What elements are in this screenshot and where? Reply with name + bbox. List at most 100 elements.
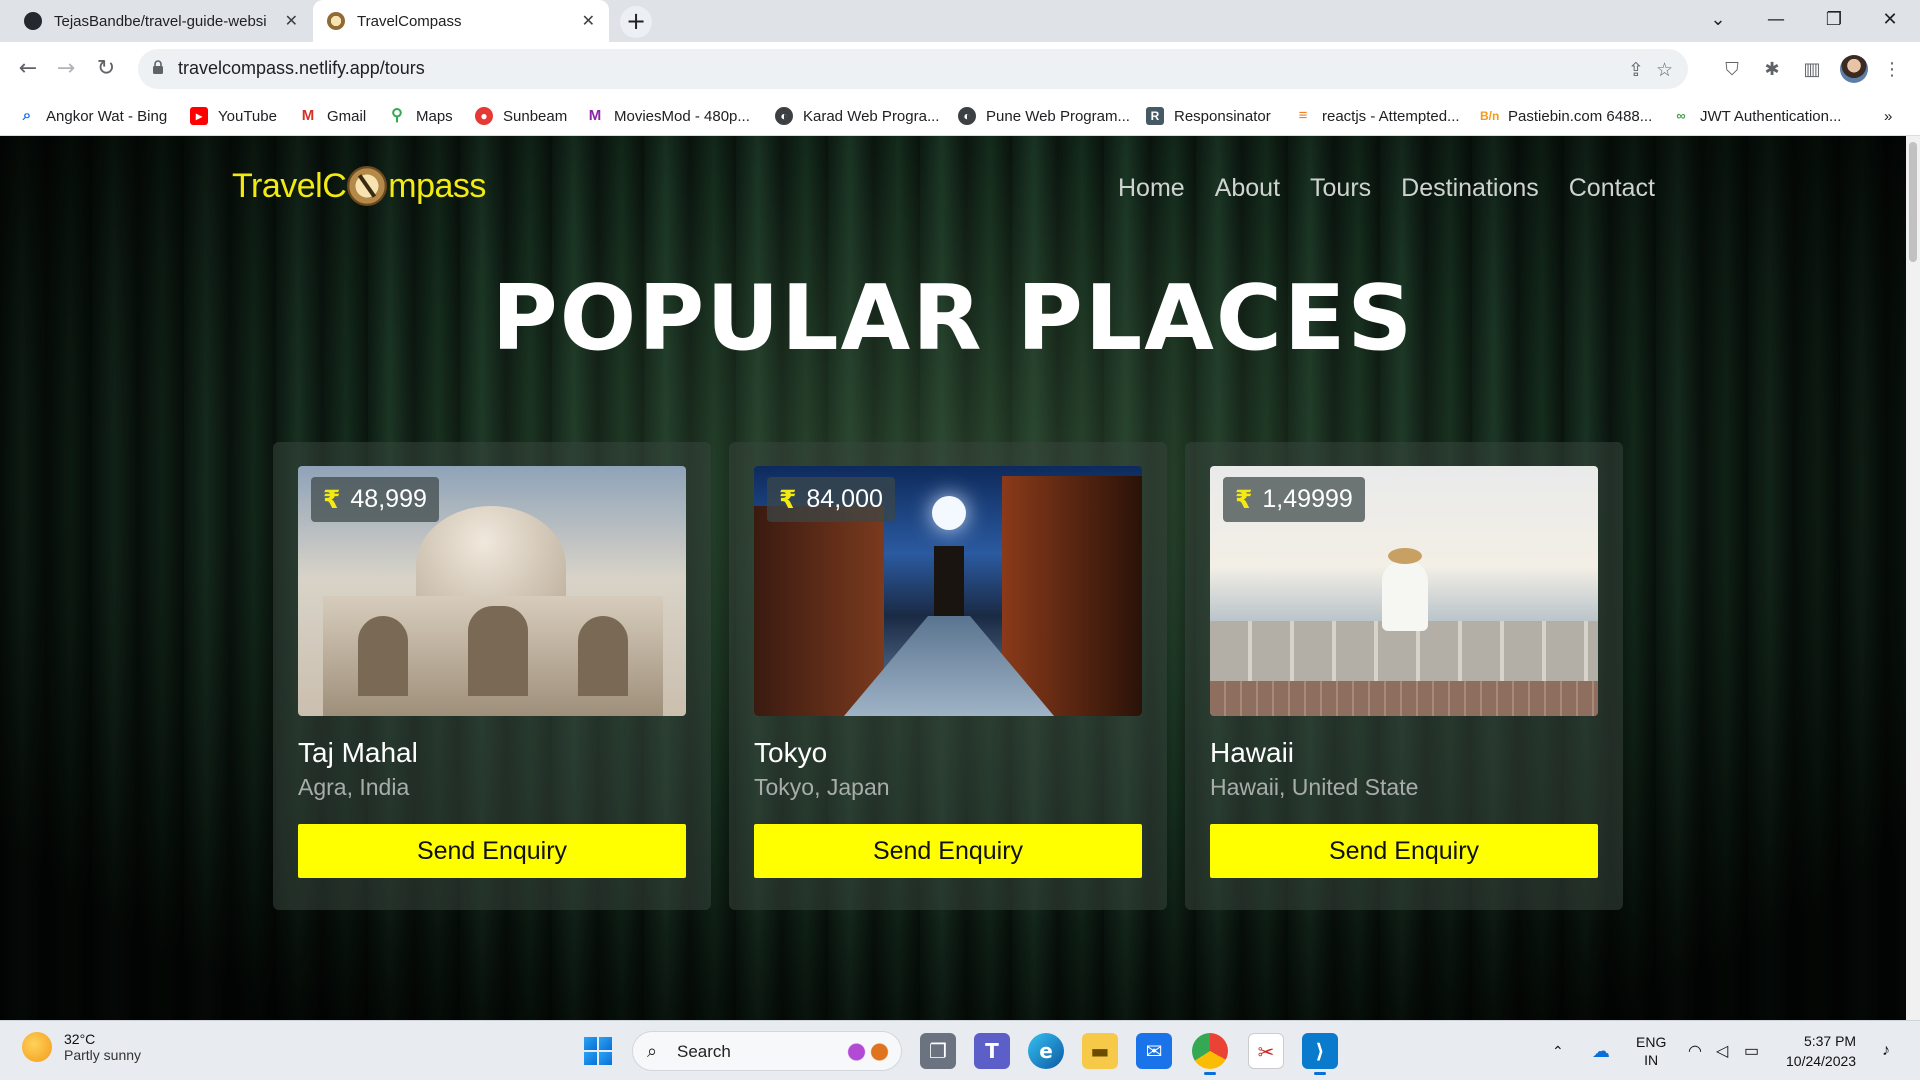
bookmark-item[interactable]: B/n Pastiebin.com 6488... — [1480, 96, 1652, 136]
site-logo[interactable]: TravelC mpass — [232, 166, 486, 206]
onedrive-icon[interactable]: ☁ — [1592, 1021, 1610, 1080]
nav-about[interactable]: About — [1215, 174, 1280, 203]
nav-contact[interactable]: Contact — [1569, 174, 1655, 203]
taskbar-search[interactable]: ⌕ Search — [632, 1031, 902, 1071]
url-text: travelcompass.netlify.app/tours — [178, 58, 425, 78]
more-menu-icon[interactable]: ⋮ — [1878, 56, 1906, 84]
tour-card-taj-mahal: ₹ 48,999 Taj Mahal Agra, India Send Enqu… — [273, 442, 711, 910]
clock-date: 10/24/2023 — [1786, 1053, 1857, 1069]
volume-icon[interactable]: ◁ — [1716, 1021, 1728, 1080]
vscode-icon[interactable]: ⟩ — [1302, 1033, 1338, 1075]
gmail-icon: M — [301, 107, 315, 124]
scrollbar-thumb[interactable] — [1909, 142, 1917, 262]
lang-line2: IN — [1644, 1052, 1659, 1068]
bookmark-item[interactable]: ⚲ Maps — [388, 96, 453, 136]
price-value: 84,000 — [806, 485, 883, 513]
close-tab-icon[interactable]: ✕ — [285, 11, 298, 31]
windows-start-icon[interactable] — [584, 1037, 612, 1065]
tour-name: Taj Mahal — [298, 737, 418, 768]
close-window-button[interactable]: ✕ — [1862, 0, 1918, 42]
tour-name: Hawaii — [1210, 737, 1295, 768]
tour-name: Tokyo — [754, 737, 828, 768]
snipping-tool-icon[interactable]: ✂ — [1248, 1033, 1284, 1069]
tour-photo: ₹ 84,000 — [754, 466, 1142, 716]
taskbar-clock[interactable]: 5:37 PM 10/24/2023 — [1786, 1031, 1856, 1071]
tab-travelcompass[interactable]: TravelCompass ✕ — [313, 0, 609, 42]
bookmark-item[interactable]: M Gmail — [299, 96, 366, 136]
address-bar[interactable]: travelcompass.netlify.app/tours ⇪ ☆ — [138, 49, 1688, 89]
file-explorer-icon[interactable]: ▬ — [1082, 1033, 1118, 1069]
bookmark-label: MoviesMod - 480p... — [614, 107, 750, 125]
pastiebin-icon: B/n — [1480, 109, 1500, 123]
bookmark-item[interactable]: ≡ reactjs - Attempted... — [1294, 96, 1460, 136]
rupee-icon: ₹ — [323, 485, 341, 514]
tour-location: Tokyo, Japan — [754, 774, 890, 800]
notification-bell-icon[interactable]: ♪ — [1882, 1021, 1890, 1080]
partly-sunny-icon — [22, 1032, 52, 1062]
lang-line1: ENG — [1636, 1034, 1667, 1050]
task-view-icon[interactable]: ❐ — [920, 1033, 956, 1069]
bookmark-item[interactable]: M MoviesMod - 480p... — [586, 96, 750, 136]
teams-icon[interactable]: T — [974, 1033, 1010, 1069]
bookmark-star-icon[interactable]: ☆ — [1656, 59, 1673, 81]
extensions-puzzle-icon[interactable]: ✱ — [1758, 56, 1786, 84]
bookmark-label: reactjs - Attempted... — [1322, 107, 1460, 125]
bookmark-item[interactable]: R Responsinator — [1146, 96, 1271, 136]
bookmark-item[interactable]: ◐ Pune Web Program... — [958, 96, 1130, 136]
bookmark-label: Pastiebin.com 6488... — [1508, 107, 1653, 125]
share-icon[interactable]: ⇪ — [1628, 59, 1644, 81]
page-scrollbar[interactable] — [1906, 136, 1920, 1020]
back-arrow-icon[interactable]: ← — [10, 52, 46, 88]
mail-icon[interactable]: ✉ — [1136, 1033, 1172, 1069]
more-bookmarks-chevron-icon[interactable]: » — [1884, 96, 1892, 136]
forward-arrow-icon[interactable]: → — [48, 52, 84, 88]
restore-button[interactable]: ❐ — [1806, 0, 1862, 42]
bookmark-item[interactable]: ▸ YouTube — [190, 96, 277, 136]
tab-search-chevron-icon[interactable]: ⌄ — [1690, 0, 1746, 42]
bookmark-item[interactable]: ∞ JWT Authentication... — [1672, 96, 1841, 136]
price-badge: ₹ 1,49999 — [1223, 477, 1365, 522]
nav-tours[interactable]: Tours — [1310, 174, 1371, 203]
bookmark-item[interactable]: ◐ Karad Web Progra... — [775, 96, 939, 136]
logo-text-start: TravelC — [232, 166, 347, 205]
rupee-icon: ₹ — [779, 485, 797, 514]
rupee-icon: ₹ — [1235, 485, 1253, 514]
tab-github[interactable]: TejasBandbe/travel-guide-websi ✕ — [10, 0, 312, 42]
close-tab-icon[interactable]: ✕ — [582, 11, 595, 31]
bookmark-item[interactable]: ● Sunbeam — [475, 96, 567, 136]
bookmarks-bar: ⌕ Angkor Wat - Bing ▸ YouTube M Gmail ⚲ Maps… — [0, 96, 1920, 136]
tour-card-hawaii: ₹ 1,49999 Hawaii Hawaii, United State Se… — [1185, 442, 1623, 910]
weather-widget[interactable]: 32°C Partly sunny — [22, 1031, 141, 1063]
tour-photo: ₹ 1,49999 — [1210, 466, 1598, 716]
send-enquiry-button[interactable]: Send Enquiry — [298, 824, 686, 878]
chrome-icon[interactable] — [1192, 1033, 1228, 1075]
edge-icon[interactable]: e — [1028, 1033, 1064, 1069]
tab-title: TravelCompass — [357, 12, 462, 30]
side-panel-icon[interactable]: ▥ — [1798, 56, 1826, 84]
sunbeam-icon: ● — [475, 107, 493, 125]
bookmark-label: Gmail — [327, 107, 367, 125]
battery-icon[interactable]: ▭ — [1744, 1021, 1759, 1080]
show-hidden-icons-chevron[interactable]: ⌃ — [1552, 1021, 1564, 1080]
nav-home[interactable]: Home — [1118, 174, 1185, 203]
weather-temp: 32°C — [64, 1031, 96, 1047]
youtube-icon: ▸ — [190, 107, 208, 125]
search-label: Search — [677, 1042, 731, 1061]
compass-icon — [327, 12, 345, 30]
logo-text-end: mpass — [388, 166, 486, 205]
bookmark-label: YouTube — [218, 107, 277, 125]
tour-card-tokyo: ₹ 84,000 Tokyo Tokyo, Japan Send Enquiry — [729, 442, 1167, 910]
shield-extension-icon[interactable]: ⛉ — [1718, 56, 1746, 84]
language-indicator[interactable]: ENG IN — [1636, 1021, 1666, 1080]
profile-avatar[interactable] — [1840, 55, 1868, 83]
weather-condition: Partly sunny — [64, 1047, 142, 1063]
send-enquiry-button[interactable]: Send Enquiry — [754, 824, 1142, 878]
minimize-button[interactable]: — — [1748, 0, 1804, 42]
send-enquiry-button[interactable]: Send Enquiry — [1210, 824, 1598, 878]
new-tab-button[interactable]: + — [620, 6, 652, 38]
wifi-icon[interactable]: ◠ — [1688, 1021, 1702, 1080]
reload-icon[interactable]: ↻ — [88, 52, 124, 88]
bookmark-label: Maps — [416, 107, 453, 125]
nav-destinations[interactable]: Destinations — [1401, 174, 1539, 203]
bookmark-item[interactable]: ⌕ Angkor Wat - Bing — [18, 96, 167, 136]
